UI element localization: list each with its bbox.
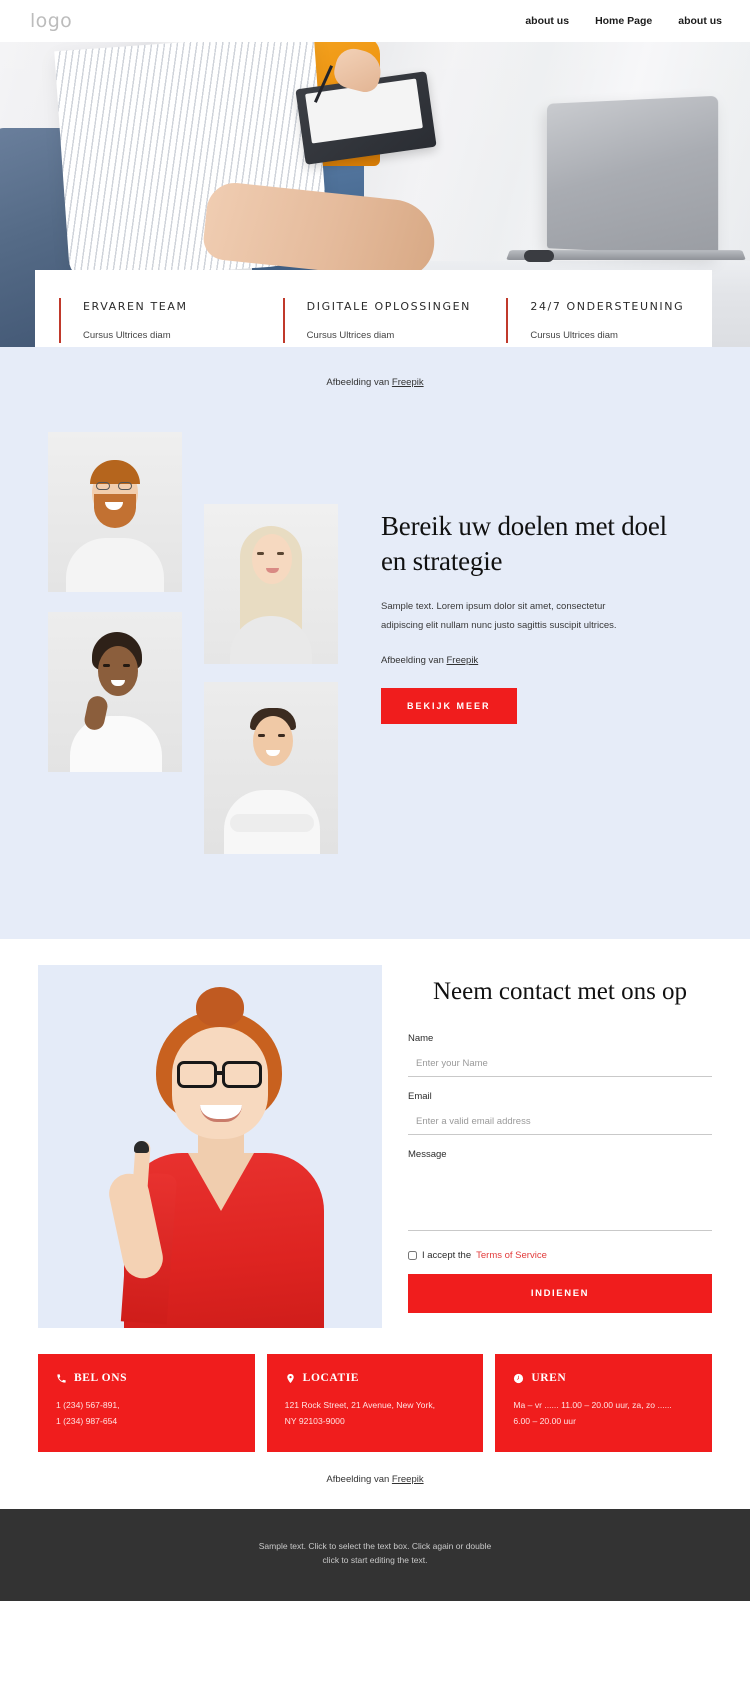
hero-image-credit: Afbeelding van Freepik <box>0 377 750 414</box>
contact-photo-woman-pointing <box>38 965 382 1328</box>
info-card-title: UREN <box>531 1372 567 1384</box>
bekijk-meer-button[interactable]: BEKIJK MEER <box>381 688 517 725</box>
feature-description: Cursus Ultrices diam <box>83 330 171 342</box>
info-card-uren: UREN Ma – vr ...... 11.00 – 20.00 uur, z… <box>495 1354 713 1452</box>
accept-terms-prefix: I accept the <box>422 1250 472 1261</box>
hero-section: ERVAREN TEAM Cursus Ultrices diam DIGITA… <box>0 42 750 347</box>
goals-content: Bereik uw doelen met doel en strategie S… <box>0 414 750 894</box>
info-card-line: NY 92103-9000 <box>284 1415 345 1426</box>
contact-image-credit: Afbeelding van Freepik <box>0 1452 750 1489</box>
feature-description: Cursus Ultrices diam <box>306 330 395 342</box>
hero-mouse <box>524 250 554 262</box>
info-card-title: BEL ONS <box>74 1372 128 1384</box>
terms-of-service-link[interactable]: Terms of Service <box>476 1250 547 1261</box>
photo-glasses-left <box>177 1061 217 1088</box>
hero-laptop <box>546 95 719 257</box>
site-header: logo about us Home Page about us <box>0 0 750 42</box>
accept-terms-checkbox[interactable] <box>408 1251 417 1260</box>
field-email: Email <box>408 1091 712 1135</box>
info-card-locatie: LOCATIE 121 Rock Street, 21 Avenue, New … <box>266 1354 484 1452</box>
message-textarea[interactable] <box>408 1169 712 1231</box>
goals-body-text: Sample text. Lorem ipsum dolor sit amet,… <box>381 601 617 631</box>
submit-button[interactable]: INDIENEN <box>408 1274 712 1313</box>
footer-line-2: click to start editing the text. <box>322 1554 428 1565</box>
freepik-link[interactable]: Freepik <box>392 377 424 388</box>
info-card-title-row: LOCATIE <box>285 1372 466 1384</box>
info-card-line: 6.00 – 20.00 uur <box>513 1415 576 1426</box>
nav-link-home-page[interactable]: Home Page <box>595 15 652 27</box>
phone-icon <box>56 1373 67 1384</box>
info-card-title-row: BEL ONS <box>56 1372 237 1384</box>
info-cards: BEL ONS 1 (234) 567-891, 1 (234) 987-654… <box>0 1328 750 1452</box>
feature-card-digitale-oplossingen: DIGITALE OPLOSSINGEN Cursus Ultrices dia… <box>282 298 489 344</box>
credit-prefix: Afbeelding van <box>326 377 392 388</box>
location-pin-icon <box>285 1373 296 1384</box>
field-name: Name <box>408 1033 712 1077</box>
credit-prefix: Afbeelding van <box>381 655 447 667</box>
feature-title: DIGITALE OPLOSSINGEN <box>306 300 471 313</box>
goals-heading: Bereik uw doelen met doel en strategie <box>381 511 667 576</box>
team-photo-curly-woman <box>48 612 182 772</box>
photo-glasses-bridge <box>217 1071 223 1075</box>
footer-text: Sample text. Click to select the text bo… <box>225 1539 525 1567</box>
main-nav: about us Home Page about us <box>525 15 722 27</box>
site-footer: Sample text. Click to select the text bo… <box>0 1508 750 1601</box>
features-band: ERVAREN TEAM Cursus Ultrices diam DIGITA… <box>35 270 712 347</box>
goals-section: Afbeelding van Freepik Bereik uw doelen … <box>0 347 750 939</box>
info-card-line: 1 (234) 567-891, <box>56 1400 120 1410</box>
contact-row: Neem contact met ons op Name Email Messa… <box>0 965 750 1328</box>
info-card-title-row: UREN <box>513 1372 694 1384</box>
contact-section: Neem contact met ons op Name Email Messa… <box>0 939 750 1489</box>
freepik-link[interactable]: Freepik <box>392 1474 424 1485</box>
nav-link-about-us-1[interactable]: about us <box>525 15 569 27</box>
nav-link-about-us-2[interactable]: about us <box>678 15 722 27</box>
field-label-email: Email <box>408 1091 432 1102</box>
feature-title: ERVAREN TEAM <box>83 300 188 313</box>
field-message: Message <box>408 1149 712 1236</box>
feature-description: Cursus Ultrices diam <box>530 330 618 342</box>
feature-card-ervaren-team: ERVAREN TEAM Cursus Ultrices diam <box>59 298 265 344</box>
contact-form: Neem contact met ons op Name Email Messa… <box>408 965 712 1328</box>
credit-prefix: Afbeelding van <box>326 1473 392 1485</box>
contact-heading: Neem contact met ons op <box>432 978 688 1005</box>
info-card-title: LOCATIE <box>302 1372 360 1384</box>
accept-terms-row: I accept the Terms of Service <box>408 1250 712 1261</box>
field-label-message: Message <box>408 1149 447 1160</box>
name-input[interactable] <box>408 1056 712 1077</box>
field-label-name: Name <box>408 1033 434 1044</box>
team-photo-bearded-man <box>48 432 182 592</box>
photo-glasses-right <box>222 1061 262 1088</box>
photo-hair-bun <box>196 987 244 1027</box>
team-photo-blonde-woman <box>204 504 338 664</box>
photo-fingernail <box>134 1141 149 1153</box>
email-input[interactable] <box>408 1114 712 1135</box>
info-card-bel-ons: BEL ONS 1 (234) 567-891, 1 (234) 987-654 <box>38 1354 255 1452</box>
feature-card-ondersteuning: 24/7 ONDERSTEUNING Cursus Ultrices diam <box>506 298 712 344</box>
info-card-line: 1 (234) 987-654 <box>56 1415 118 1426</box>
freepik-link[interactable]: Freepik <box>447 655 479 666</box>
logo[interactable]: logo <box>30 10 72 32</box>
clock-icon <box>513 1373 524 1384</box>
team-photo-young-man <box>204 682 338 854</box>
feature-title: 24/7 ONDERSTEUNING <box>530 300 685 313</box>
info-card-line: 121 Rock Street, 21 Avenue, New York, <box>284 1400 435 1410</box>
info-card-line: Ma – vr ...... 11.00 – 20.00 uur, za, zo… <box>513 1400 672 1410</box>
footer-line-1: Sample text. Click to select the text bo… <box>258 1540 492 1551</box>
goals-text-column: Bereik uw doelen met doel en strategie S… <box>381 509 681 725</box>
goals-image-credit: Afbeelding van Freepik <box>381 655 681 666</box>
